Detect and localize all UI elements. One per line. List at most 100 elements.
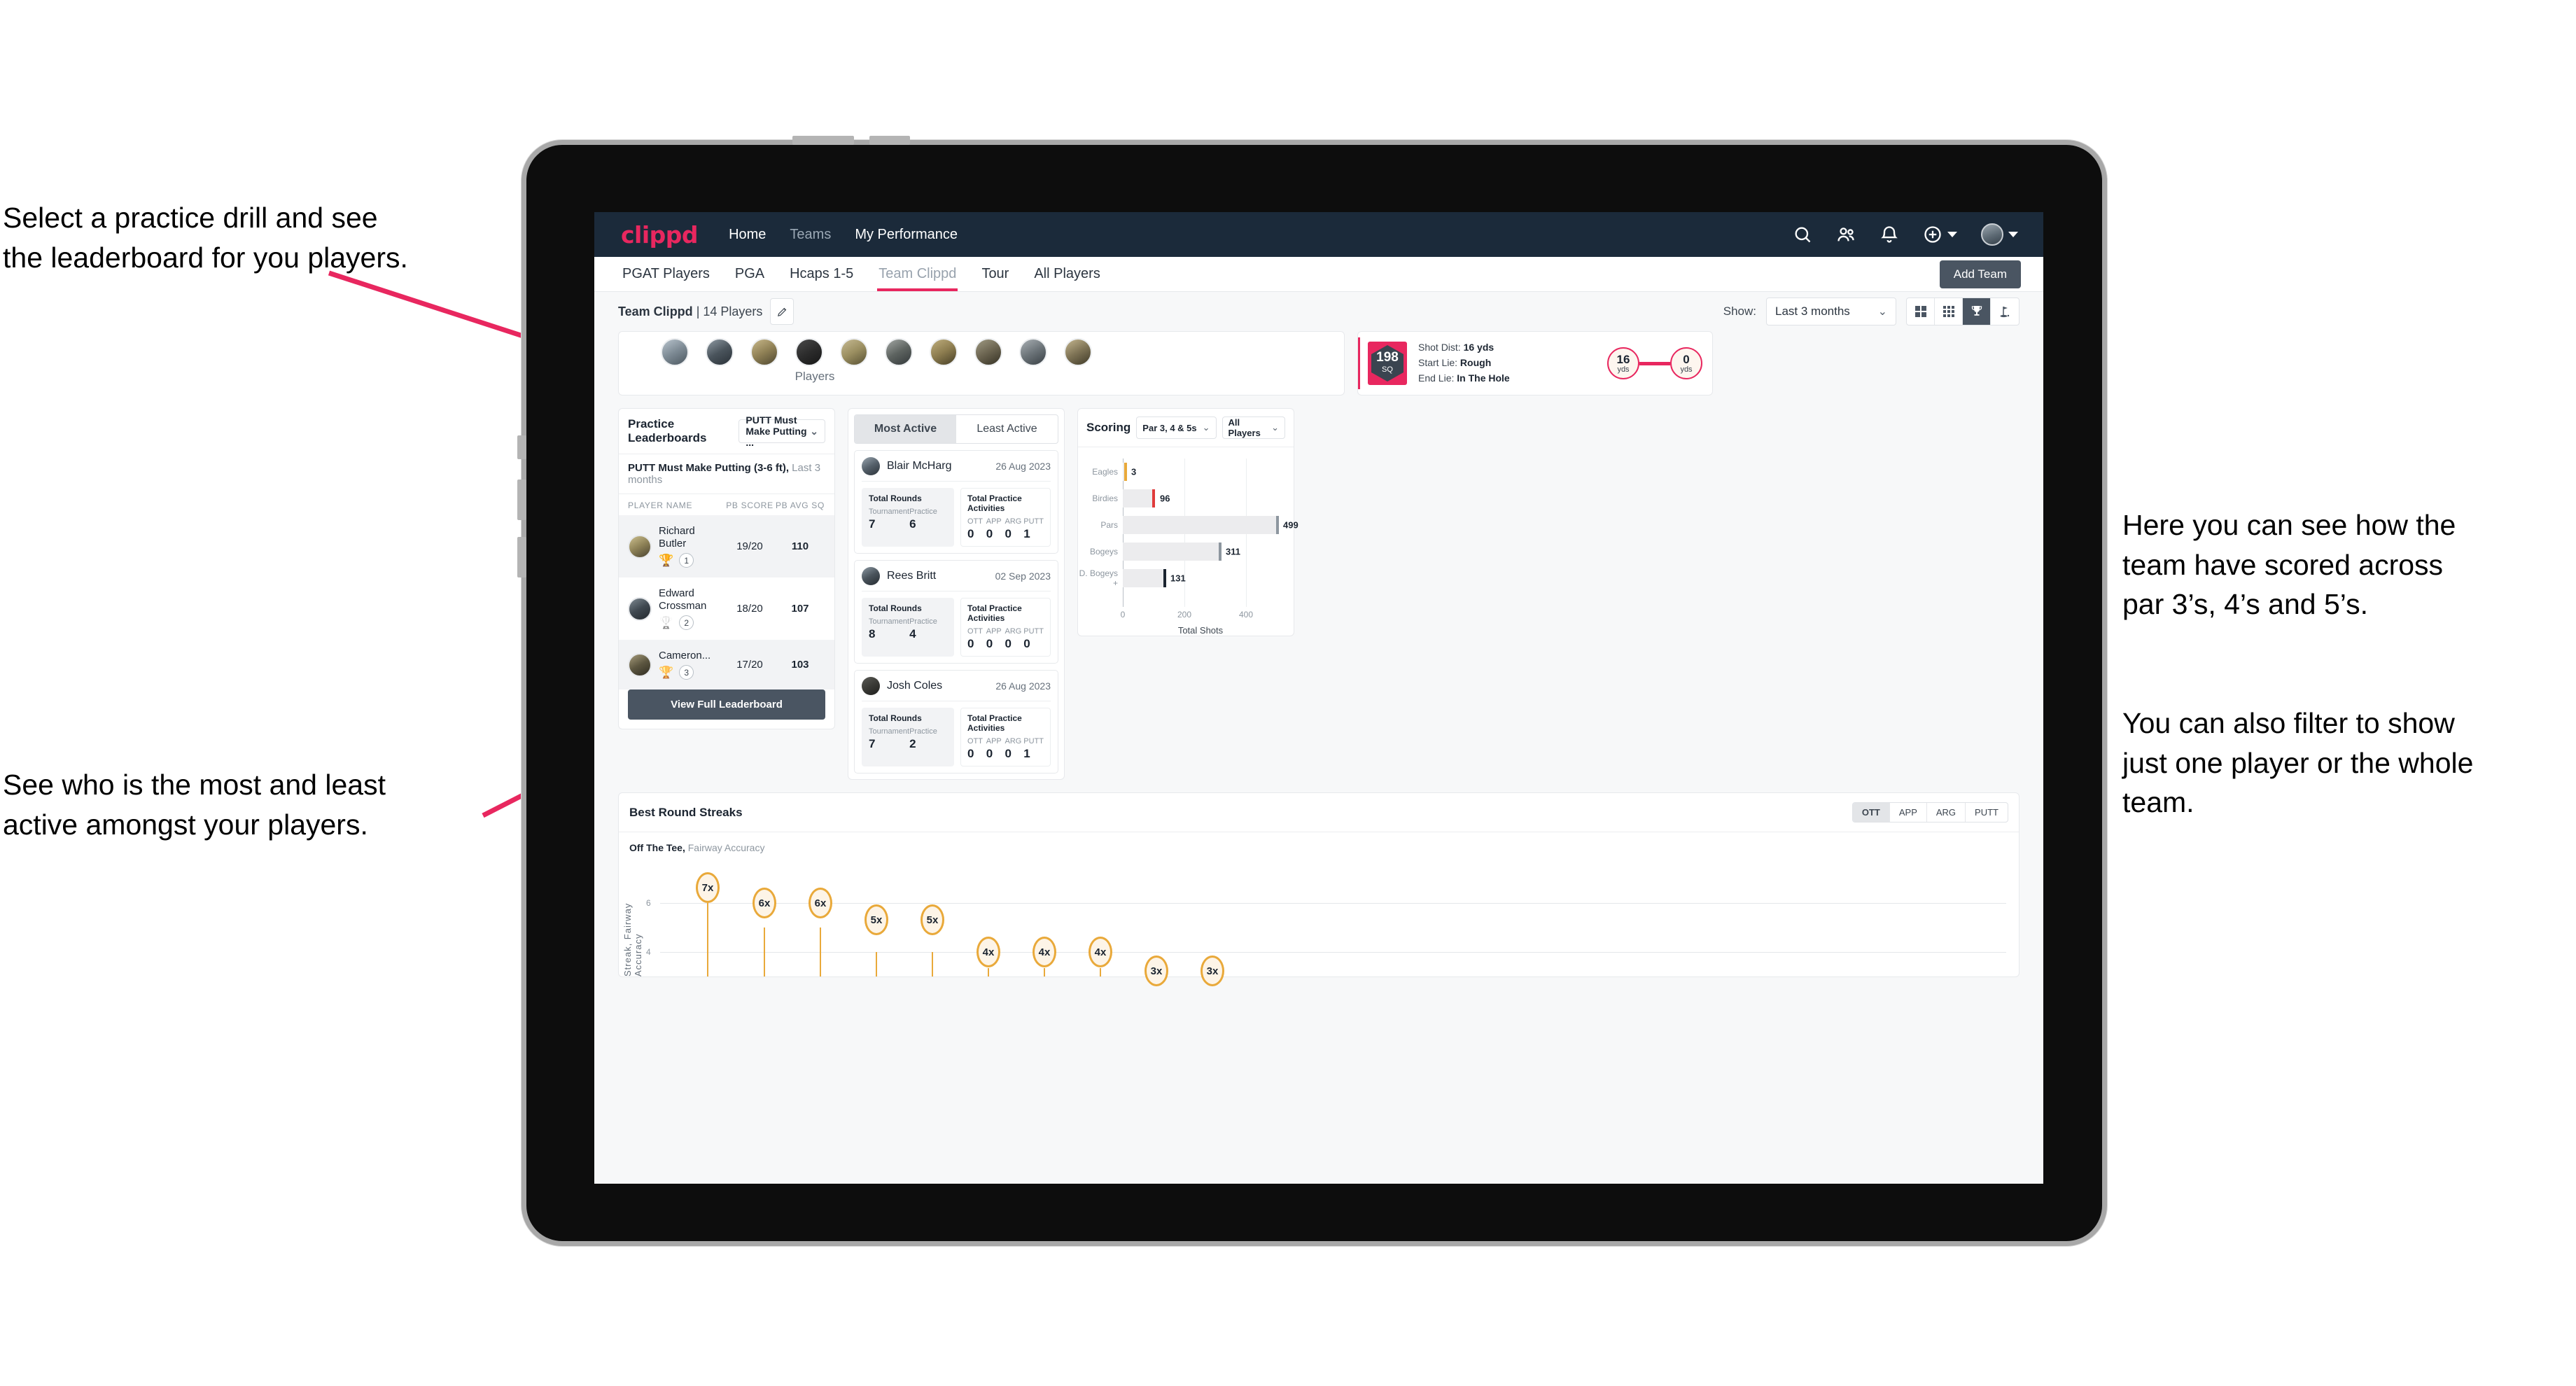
avatar — [862, 457, 880, 475]
nav-link-my-performance[interactable]: My Performance — [855, 227, 958, 243]
pb-avg-sq: 103 — [791, 659, 809, 671]
streak-tab-app[interactable]: APP — [1890, 803, 1927, 822]
annotation-filter-players: You can also filter to show just one pla… — [2122, 707, 2474, 819]
y-tick-6: 6 — [646, 898, 651, 908]
arg-col: ARG 0 — [1005, 517, 1024, 541]
avatar[interactable] — [750, 338, 778, 366]
streak-marker[interactable]: 6x — [808, 888, 832, 918]
player-filter-select[interactable]: All Players ⌄ — [1222, 416, 1285, 439]
table-row[interactable]: Edward Crossman 🏆 2 18/20 107 — [619, 578, 834, 640]
par-filter-select[interactable]: Par 3, 4 & 5s ⌄ — [1136, 416, 1217, 439]
player-filter-value: All Players — [1228, 417, 1261, 438]
people-icon[interactable] — [1836, 225, 1856, 244]
ott-value: 0 — [967, 637, 974, 650]
hexagon-icon: 198 SQ — [1371, 345, 1404, 382]
device-button-top-1 — [792, 136, 854, 145]
practice-label: Practice — [909, 507, 937, 516]
avatar[interactable] — [1981, 223, 2003, 246]
streak-marker[interactable]: 3x — [1144, 955, 1168, 986]
list-item[interactable]: Blair McHarg 26 Aug 2023 Total Rounds To… — [854, 450, 1058, 554]
practice-col: Practice 6 — [909, 507, 947, 531]
table-row[interactable]: Richard Butler 🏆 1 19/20 110 — [619, 515, 834, 578]
total-rounds-title: Total Rounds — [869, 603, 922, 613]
toolbar-right: Show: Last 3 months ⌄ — [1723, 298, 2019, 326]
trophy-icon: 🏆 — [659, 554, 674, 567]
add-team-button[interactable]: Add Team — [1939, 260, 2021, 288]
tab-pgat-players[interactable]: PGAT Players — [621, 258, 711, 290]
player-badges: 🏆 3 — [659, 665, 724, 680]
tab-least-active[interactable]: Least Active — [956, 415, 1058, 443]
ott-label: OTT — [967, 517, 983, 526]
tab-most-active[interactable]: Most Active — [855, 415, 956, 443]
bell-icon[interactable] — [1879, 225, 1899, 244]
pb-score: 17/20 — [736, 659, 763, 671]
streak-marker[interactable]: 7x — [696, 872, 720, 903]
tab-pga[interactable]: PGA — [734, 258, 766, 290]
total-rounds-box: Total Rounds Tournament 7 Practice 6 — [862, 488, 954, 547]
streak-tab-arg[interactable]: ARG — [1927, 803, 1966, 822]
shot-quality-badge: 198 SQ — [1368, 342, 1407, 385]
view-trophy-button[interactable] — [1963, 298, 1991, 325]
avatar[interactable] — [840, 338, 868, 366]
streak-marker[interactable]: 4x — [1032, 937, 1056, 967]
streak-marker[interactable]: 3x — [1200, 955, 1224, 986]
profile-menu[interactable] — [1981, 223, 2018, 246]
clippd-logo[interactable]: clippd — [621, 221, 699, 248]
putt-label: PUTT — [1023, 627, 1044, 636]
edit-team-button[interactable] — [770, 298, 794, 325]
view-grid-2x2-button[interactable] — [1907, 298, 1935, 325]
streak-marker[interactable]: 5x — [920, 904, 944, 935]
avatar[interactable] — [1019, 338, 1047, 366]
list-item[interactable]: Josh Coles 26 Aug 2023 Total Rounds Tour… — [854, 670, 1058, 774]
search-icon[interactable] — [1793, 225, 1812, 244]
players-caption: Players — [794, 370, 835, 383]
tab-all-players[interactable]: All Players — [1032, 258, 1101, 290]
avatar[interactable] — [706, 338, 734, 366]
table-row[interactable]: Cameron... 🏆 3 17/20 103 — [619, 640, 834, 690]
avatar[interactable] — [885, 338, 913, 366]
streak-marker[interactable]: 4x — [1088, 937, 1112, 967]
view-grid-3x3-button[interactable] — [1935, 298, 1963, 325]
tournament-col: Tournament 7 — [869, 727, 909, 751]
tab-team-clippd[interactable]: Team Clippd — [877, 258, 958, 291]
streak-stem — [876, 952, 877, 976]
chevron-down-icon: ⌄ — [1202, 422, 1210, 433]
tab-tour[interactable]: Tour — [980, 258, 1010, 290]
nav-link-teams[interactable]: Teams — [790, 227, 831, 243]
app-label: APP — [986, 737, 1002, 746]
streak-marker[interactable]: 6x — [752, 888, 776, 918]
app-col: APP 0 — [986, 517, 1005, 541]
ott-value: 0 — [967, 527, 974, 540]
leaderboard-subtitle: PUTT Must Make Putting (3-6 ft), Last 3 … — [619, 454, 834, 494]
avatar[interactable] — [1064, 338, 1092, 366]
streak-marker[interactable]: 4x — [976, 937, 1000, 967]
nav-right-icons — [1793, 223, 2018, 246]
add-menu[interactable] — [1923, 225, 1957, 244]
tab-hcaps-1-5[interactable]: Hcaps 1-5 — [788, 258, 855, 290]
bar-cap — [1152, 489, 1155, 507]
avatar[interactable] — [661, 338, 689, 366]
avatar[interactable] — [795, 338, 823, 366]
streak-tab-putt[interactable]: PUTT — [1966, 803, 2008, 822]
streak-marker[interactable]: 5x — [864, 904, 888, 935]
team-separator: | — [692, 304, 704, 318]
player-name: Blair McHarg — [887, 460, 952, 472]
view-full-leaderboard-button[interactable]: View Full Leaderboard — [628, 690, 825, 720]
tournament-label: Tournament — [869, 727, 910, 736]
show-period-select[interactable]: Last 3 months ⌄ — [1766, 298, 1896, 326]
streak-stem — [707, 903, 708, 976]
avatar[interactable] — [930, 338, 958, 366]
nav-link-home[interactable]: Home — [729, 227, 766, 243]
list-item[interactable]: Rees Britt 02 Sep 2023 Total Rounds Tour… — [854, 560, 1058, 664]
avatar[interactable] — [974, 338, 1002, 366]
drill-select[interactable]: PUTT Must Make Putting ... ⌄ — [738, 414, 825, 448]
streak-tab-ott[interactable]: OTT — [1852, 803, 1890, 822]
player-count: 14 Players — [703, 304, 763, 318]
bar-value: 499 — [1283, 519, 1298, 531]
device-button-volume-down — [517, 537, 526, 578]
avatar — [628, 534, 652, 559]
view-golf-flag-button[interactable] — [1991, 298, 2019, 325]
player-name: Richard Butler — [659, 525, 695, 550]
plus-circle-icon[interactable] — [1923, 225, 1942, 244]
avatar — [628, 596, 652, 621]
